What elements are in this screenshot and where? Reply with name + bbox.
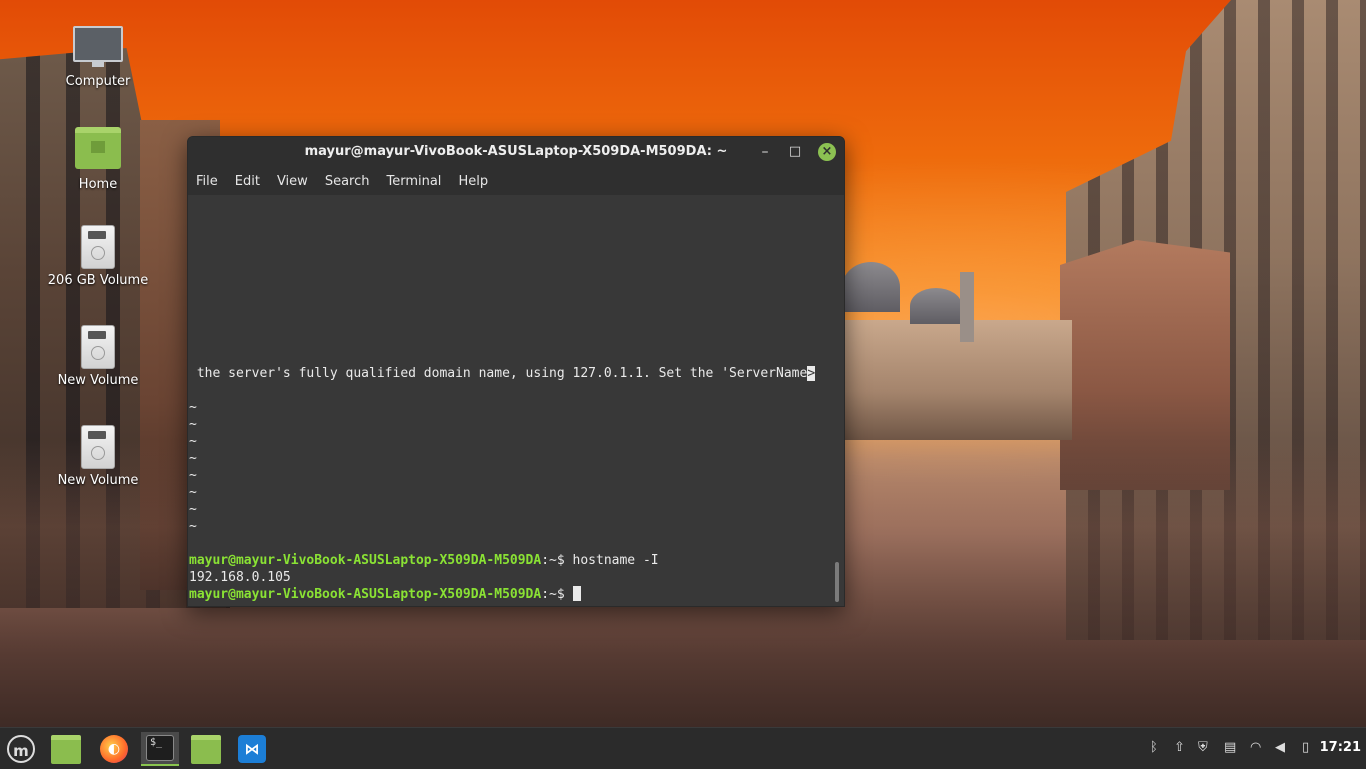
command-output: 192.168.0.105	[189, 570, 291, 585]
maximize-button[interactable]: □	[786, 143, 804, 161]
computer-icon	[73, 26, 123, 67]
battery-icon[interactable]: ▯	[1302, 740, 1309, 755]
menu-view[interactable]: View	[277, 174, 308, 189]
desktop-icon-206gb-volume[interactable]: 206 GB Volume	[43, 225, 153, 288]
clipboard-icon[interactable]: ▤	[1224, 740, 1236, 755]
desktop-icon-label: Computer	[65, 74, 131, 89]
prompt-user: mayur@mayur-VivoBook-ASUSLaptop-X509DA-M…	[189, 587, 542, 602]
menubar: File Edit View Search Terminal Help	[188, 167, 844, 195]
truncation-marker: >	[807, 366, 816, 381]
terminal-command-line: mayur@mayur-VivoBook-ASUSLaptop-X509DA-M…	[189, 552, 659, 569]
desktop-icon-label: 206 GB Volume	[47, 273, 149, 288]
files-launcher[interactable]	[49, 732, 83, 766]
menu-file[interactable]: File	[196, 174, 218, 189]
text-cursor	[572, 586, 581, 601]
prompt-suffix: :~$	[541, 587, 573, 602]
terminal-line: the server's fully qualified domain name…	[189, 366, 816, 381]
vim-tilde: ~	[189, 400, 197, 415]
prompt-user: mayur@mayur-VivoBook-ASUSLaptop-X509DA-M…	[189, 553, 542, 568]
drive-icon	[81, 225, 115, 269]
wallpaper-dome	[910, 288, 962, 324]
wifi-icon[interactable]: ◠	[1250, 740, 1261, 755]
drive-icon	[81, 325, 115, 369]
vim-tilde: ~	[189, 485, 197, 500]
terminal-icon: $_	[146, 735, 174, 761]
terminal-taskbar-button[interactable]: $_	[141, 732, 179, 766]
desktop-icon-new-volume-1[interactable]: New Volume	[43, 325, 153, 388]
window-title: mayur@mayur-VivoBook-ASUSLaptop-X509DA-M…	[304, 144, 728, 159]
drive-icon	[81, 425, 115, 469]
bluetooth-icon[interactable]: ᛒ	[1150, 740, 1158, 755]
vim-tilde: ~	[189, 468, 197, 483]
wallpaper-tower	[960, 272, 974, 342]
files-icon	[191, 734, 221, 764]
command-text: hostname -I	[572, 553, 659, 568]
menu-help[interactable]: Help	[458, 174, 488, 189]
files-icon	[51, 734, 81, 764]
wallpaper-city	[842, 320, 1072, 440]
close-button[interactable]: ×	[818, 143, 836, 161]
terminal-output[interactable]: the server's fully qualified domain name…	[188, 195, 844, 606]
wallpaper-dome	[842, 262, 900, 312]
desktop-icon-home[interactable]: Home	[43, 127, 153, 192]
vim-tilde: ~	[189, 434, 197, 449]
desktop-icon-computer[interactable]: Computer	[43, 26, 153, 89]
desktop-icon-new-volume-2[interactable]: New Volume	[43, 425, 153, 488]
desktop-icon-label: New Volume	[57, 373, 139, 388]
firefox-icon: ◐	[100, 735, 128, 763]
desktop-icon-label: New Volume	[57, 473, 139, 488]
vim-tilde: ~	[189, 502, 197, 517]
taskbar: m ◐ $_ ⋈ ᛒ ⇧ ⛨ ▤ ◠ ◀ ▯ 17:21	[0, 727, 1366, 769]
vscode-icon: ⋈	[238, 735, 266, 763]
update-manager-icon[interactable]: ⇧	[1174, 740, 1185, 755]
minimize-button[interactable]: –	[756, 143, 774, 161]
terminal-prompt-line: mayur@mayur-VivoBook-ASUSLaptop-X509DA-M…	[189, 586, 581, 603]
home-folder-icon	[75, 127, 121, 169]
vim-tilde: ~	[189, 417, 197, 432]
firefox-launcher[interactable]: ◐	[97, 732, 131, 766]
menu-icon: m	[7, 735, 35, 763]
vscode-launcher[interactable]: ⋈	[235, 732, 269, 766]
vim-tilde: ~	[189, 451, 197, 466]
scrollbar[interactable]	[835, 562, 839, 602]
shield-icon[interactable]: ⛨	[1198, 740, 1208, 755]
desktop-icon-label: Home	[78, 177, 118, 192]
menu-button[interactable]: m	[4, 732, 38, 766]
vim-tilde: ~	[189, 519, 197, 534]
volume-icon[interactable]: ◀	[1275, 740, 1285, 755]
terminal-window[interactable]: mayur@mayur-VivoBook-ASUSLaptop-X509DA-M…	[187, 136, 845, 607]
window-titlebar[interactable]: mayur@mayur-VivoBook-ASUSLaptop-X509DA-M…	[188, 137, 844, 167]
menu-search[interactable]: Search	[325, 174, 370, 189]
menu-edit[interactable]: Edit	[235, 174, 260, 189]
files-taskbar-button[interactable]	[189, 732, 223, 766]
prompt-suffix: :~$	[541, 553, 573, 568]
menu-terminal[interactable]: Terminal	[386, 174, 441, 189]
clock[interactable]: 17:21	[1320, 740, 1361, 755]
